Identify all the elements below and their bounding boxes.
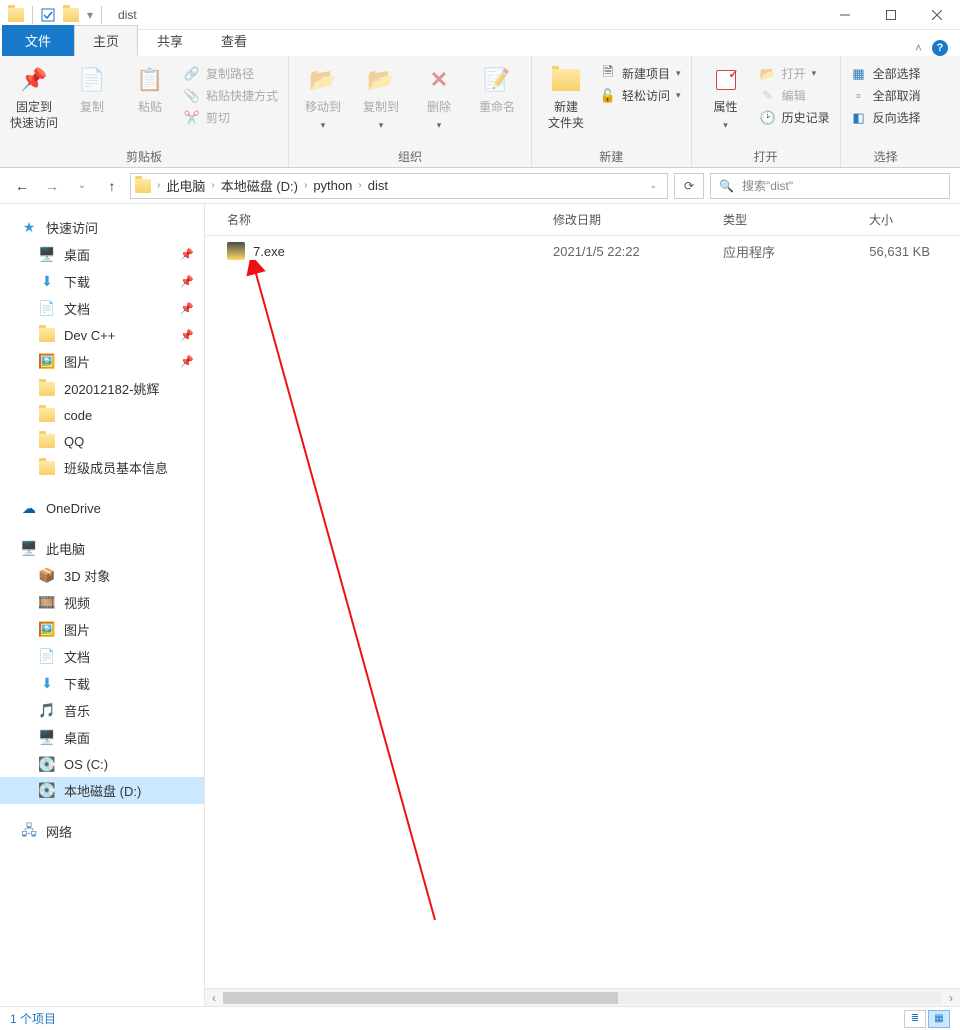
refresh-button[interactable]: ⟳ <box>674 173 704 199</box>
qat-folder-icon[interactable] <box>63 8 79 22</box>
breadcrumb[interactable]: › 此电脑› 本地磁盘 (D:)› python› dist ⌄ <box>130 173 668 199</box>
sidebar-quick-item[interactable]: 班级成员基本信息 <box>0 454 204 481</box>
edit-button[interactable]: ✎编辑 <box>758 86 832 105</box>
group-label-select: 选择 <box>849 146 923 165</box>
sidebar-quick-item[interactable]: ⬇下载📌 <box>0 268 204 295</box>
delete-button[interactable]: ✕删除▾ <box>413 60 465 131</box>
ribbon-collapse-icon[interactable]: ˄ <box>915 41 922 55</box>
open-button[interactable]: 📂打开 ▾ <box>758 64 832 83</box>
easy-access-button[interactable]: 🔓轻松访问 ▾ <box>598 86 683 105</box>
sidebar-quick-item[interactable]: QQ <box>0 428 204 454</box>
exe-icon <box>227 242 245 260</box>
properties-button[interactable]: 属性▾ <box>700 60 752 131</box>
status-item-count: 1 个项目 <box>10 1010 56 1027</box>
sidebar-network[interactable]: 🖧网络 <box>0 818 204 845</box>
move-to-button[interactable]: 📂移动到▾ <box>297 60 349 131</box>
view-icons-button[interactable]: ▦ <box>928 1010 950 1028</box>
tab-share[interactable]: 共享 <box>138 25 202 56</box>
file-name: 7.exe <box>253 244 285 259</box>
maximize-button[interactable] <box>868 0 914 30</box>
sidebar-pc-item[interactable]: 🖥️桌面 <box>0 724 204 751</box>
sidebar-onedrive[interactable]: ☁OneDrive <box>0 495 204 521</box>
sidebar-pc-item[interactable]: 📦3D 对象 <box>0 562 204 589</box>
file-size: 56,631 KB <box>861 244 960 259</box>
select-none-button[interactable]: ▫全部取消 <box>849 86 923 105</box>
cut-button[interactable]: ✂️剪切 <box>182 108 280 127</box>
sidebar-pc-item[interactable]: 📄文档 <box>0 643 204 670</box>
sidebar-quick-item[interactable]: code <box>0 402 204 428</box>
qat-checkbox-icon[interactable] <box>41 8 55 22</box>
sidebar-pc-item[interactable]: 💽OS (C:) <box>0 751 204 777</box>
sidebar-pc-item[interactable]: 🖼️图片 <box>0 616 204 643</box>
nav-recent-button[interactable]: ⌄ <box>70 174 94 198</box>
paste-shortcut-button[interactable]: 📎粘贴快捷方式 <box>182 86 280 105</box>
tab-view[interactable]: 查看 <box>202 25 266 56</box>
annotation-arrow <box>245 260 745 960</box>
file-type: 应用程序 <box>715 242 861 261</box>
copy-path-button[interactable]: 🔗复制路径 <box>182 64 280 83</box>
history-button[interactable]: 🕑历史记录 <box>758 108 832 127</box>
crumb-2[interactable]: python <box>309 178 356 193</box>
content-pane: 名称 修改日期 类型 大小 7.exe 2021/1/5 22:22 应用程序 … <box>205 204 960 1006</box>
sidebar-quick-access[interactable]: ★快速访问 <box>0 214 204 241</box>
sidebar-pc-item[interactable]: 🎵音乐 <box>0 697 204 724</box>
nav-back-button[interactable]: ← <box>10 174 34 198</box>
tab-home[interactable]: 主页 <box>74 25 138 56</box>
group-label-clipboard: 剪贴板 <box>8 146 280 165</box>
col-type[interactable]: 类型 <box>715 211 861 228</box>
tab-file[interactable]: 文件 <box>2 25 74 56</box>
qat-overflow-icon[interactable]: ▾ <box>87 8 93 22</box>
ribbon-tabs: 文件 主页 共享 查看 ˄ ? <box>0 30 960 56</box>
col-name[interactable]: 名称 <box>219 211 545 228</box>
file-date: 2021/1/5 22:22 <box>545 244 715 259</box>
group-label-organize: 组织 <box>297 146 523 165</box>
minimize-button[interactable] <box>822 0 868 30</box>
crumb-1[interactable]: 本地磁盘 (D:) <box>217 176 302 195</box>
breadcrumb-folder-icon <box>135 179 151 193</box>
view-details-button[interactable]: ≣ <box>904 1010 926 1028</box>
invert-selection-button[interactable]: ◧反向选择 <box>849 108 923 127</box>
search-box[interactable]: 🔍 搜索"dist" <box>710 173 950 199</box>
address-bar: ← → ⌄ ↑ › 此电脑› 本地磁盘 (D:)› python› dist ⌄… <box>0 168 960 204</box>
nav-up-button[interactable]: ↑ <box>100 174 124 198</box>
crumb-3[interactable]: dist <box>364 178 392 193</box>
window-title: dist <box>118 8 137 22</box>
pin-to-quick-access-button[interactable]: 📌固定到 快速访问 <box>8 60 60 131</box>
sidebar: ★快速访问 🖥️桌面📌⬇下载📌📄文档📌Dev C++📌🖼️图片📌20201218… <box>0 204 205 1006</box>
copy-button[interactable]: 📄复制 <box>66 60 118 116</box>
col-date[interactable]: 修改日期 <box>545 211 715 228</box>
file-row[interactable]: 7.exe 2021/1/5 22:22 应用程序 56,631 KB <box>205 236 960 266</box>
new-folder-button[interactable]: 新建 文件夹 <box>540 60 592 131</box>
file-list[interactable]: 7.exe 2021/1/5 22:22 应用程序 56,631 KB <box>205 236 960 988</box>
sidebar-quick-item[interactable]: 🖥️桌面📌 <box>0 241 204 268</box>
sidebar-quick-item[interactable]: Dev C++📌 <box>0 322 204 348</box>
sidebar-pc-item[interactable]: 🎞️视频 <box>0 589 204 616</box>
help-icon[interactable]: ? <box>932 40 948 56</box>
horizontal-scrollbar[interactable]: ‹› <box>205 988 960 1006</box>
column-headers: 名称 修改日期 类型 大小 <box>205 204 960 236</box>
paste-button[interactable]: 📋粘贴 <box>124 60 176 116</box>
rename-button[interactable]: 📝重命名 <box>471 60 523 116</box>
select-all-button[interactable]: ▦全部选择 <box>849 64 923 83</box>
copy-to-button[interactable]: 📂复制到▾ <box>355 60 407 131</box>
sidebar-quick-item[interactable]: 202012182-姚辉 <box>0 375 204 402</box>
sidebar-pc-item[interactable]: 💽本地磁盘 (D:) <box>0 777 204 804</box>
search-icon: 🔍 <box>719 179 734 193</box>
search-placeholder: 搜索"dist" <box>742 177 793 194</box>
ribbon: 📌固定到 快速访问 📄复制 📋粘贴 🔗复制路径 📎粘贴快捷方式 ✂️剪切 剪贴板… <box>0 56 960 168</box>
close-button[interactable] <box>914 0 960 30</box>
sidebar-quick-item[interactable]: 🖼️图片📌 <box>0 348 204 375</box>
col-size[interactable]: 大小 <box>861 211 960 228</box>
sidebar-pc-item[interactable]: ⬇下载 <box>0 670 204 697</box>
status-bar: 1 个项目 ≣ ▦ <box>0 1006 960 1030</box>
group-label-new: 新建 <box>540 146 683 165</box>
app-folder-icon <box>8 8 24 22</box>
crumb-0[interactable]: 此电脑 <box>162 176 209 195</box>
sidebar-this-pc[interactable]: 🖥️此电脑 <box>0 535 204 562</box>
breadcrumb-dropdown-icon[interactable]: ⌄ <box>643 180 663 191</box>
sidebar-quick-item[interactable]: 📄文档📌 <box>0 295 204 322</box>
nav-forward-button[interactable]: → <box>40 174 64 198</box>
new-item-button[interactable]: 🗎新建项目 ▾ <box>598 64 683 83</box>
group-label-open: 打开 <box>700 146 832 165</box>
